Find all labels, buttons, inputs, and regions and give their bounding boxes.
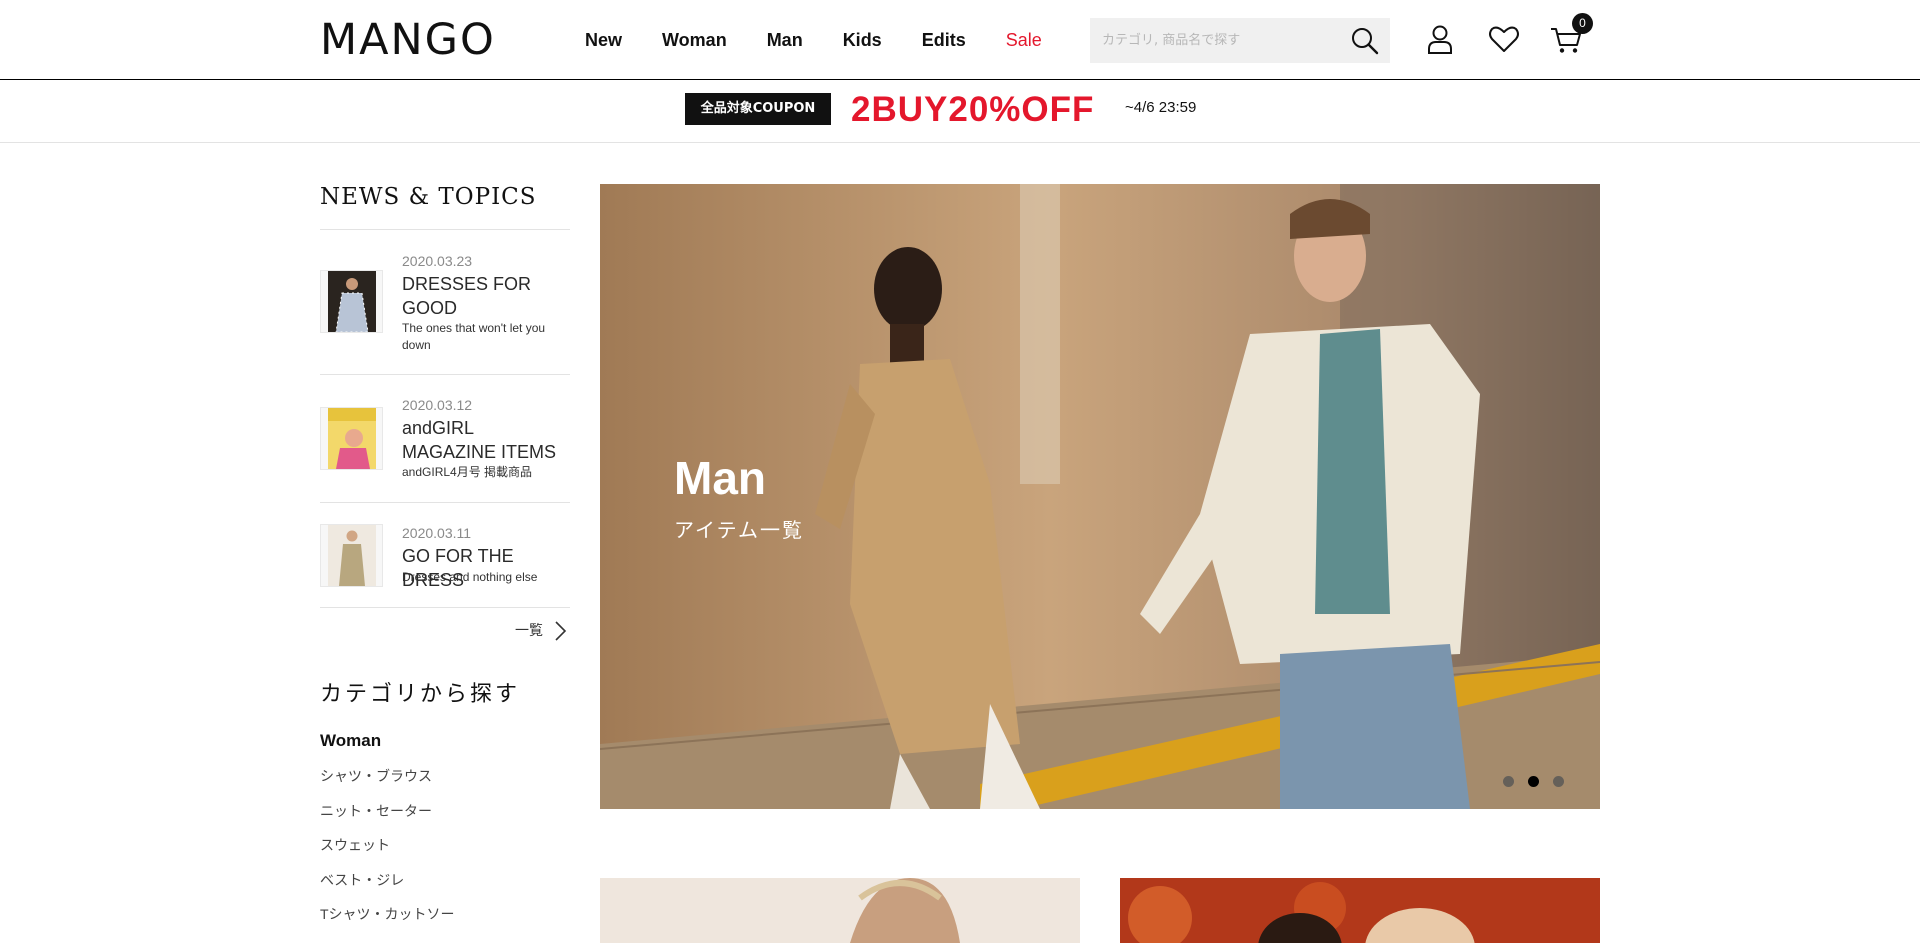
carousel-dot[interactable]	[1503, 776, 1514, 787]
site-header: MANGO New Woman Man Kids Edits Sale 0	[0, 0, 1920, 80]
news-subtitle: The ones that won't let you down	[402, 321, 546, 352]
news-headline[interactable]: andGIRL MAGAZINE ITEMS	[402, 416, 572, 464]
promo-banner[interactable]: 全品対象COUPON 2BUY20%OFF ~4/6 23:59	[0, 81, 1920, 143]
search-input[interactable]	[1102, 28, 1332, 52]
promo-tile[interactable]	[1120, 878, 1600, 943]
chevron-right-icon[interactable]	[553, 620, 567, 642]
news-date: 2020.03.23	[402, 253, 473, 269]
nav-edits[interactable]: Edits	[922, 28, 966, 52]
hero-subtitle[interactable]: アイテム一覧	[674, 518, 804, 544]
category-section-title: カテゴリから探す	[320, 682, 521, 707]
carousel-dot[interactable]	[1553, 776, 1564, 787]
divider	[320, 229, 570, 230]
search-icon[interactable]	[1350, 26, 1380, 56]
tile-photo	[600, 878, 1080, 943]
promo-tile[interactable]	[600, 878, 1080, 943]
promo-period: ~4/6 23:59	[1125, 99, 1197, 116]
category-list: シャツ・ブラウス ニット・セーター スウェット ベスト・ジレ Tシャツ・カットソ…	[320, 766, 455, 939]
divider	[320, 374, 570, 375]
divider	[320, 607, 570, 608]
news-section-title: NEWS & TOPICS	[320, 184, 537, 210]
heart-icon[interactable]	[1487, 22, 1521, 56]
category-item[interactable]: スウェット	[320, 835, 455, 870]
news-subtitle: andGIRL4月号 掲載商品	[402, 465, 533, 479]
search-box	[1090, 18, 1390, 63]
user-icon[interactable]	[1423, 22, 1457, 56]
category-item[interactable]: ニット・セーター	[320, 801, 455, 836]
news-thumbnail	[320, 270, 383, 333]
carousel-dots	[1503, 776, 1578, 787]
coupon-tag: 全品対象COUPON	[685, 93, 831, 125]
divider	[320, 502, 570, 503]
mango-logo[interactable]: MANGO	[320, 19, 496, 62]
news-more-link[interactable]: 一覧	[515, 620, 543, 640]
nav-kids[interactable]: Kids	[843, 28, 882, 52]
cart-count-badge: 0	[1572, 13, 1593, 34]
dress-photo-thumbnail	[328, 271, 376, 332]
promo-headline: 2BUY20%OFF	[851, 90, 1095, 129]
dress-photo-thumbnail	[328, 525, 376, 586]
nav-man[interactable]: Man	[767, 28, 803, 52]
hero-carousel[interactable]: Man アイテム一覧	[600, 184, 1600, 809]
carousel-dot-active[interactable]	[1528, 776, 1539, 787]
news-subtitle: Dresses and nothing else	[402, 570, 538, 584]
news-thumbnail	[320, 407, 383, 470]
nav-new[interactable]: New	[585, 28, 622, 52]
news-date: 2020.03.12	[402, 397, 473, 413]
hero-title[interactable]: Man	[674, 452, 766, 504]
tile-photo	[1120, 878, 1600, 943]
category-item[interactable]: Tシャツ・カットソー	[320, 904, 455, 939]
category-group-woman[interactable]: Woman	[320, 730, 381, 752]
category-item[interactable]: ベスト・ジレ	[320, 870, 455, 905]
news-headline[interactable]: DRESSES FOR GOOD	[402, 272, 572, 320]
main-nav: New Woman Man Kids Edits Sale	[585, 28, 1082, 52]
nav-sale[interactable]: Sale	[1006, 28, 1042, 52]
category-item[interactable]: シャツ・ブラウス	[320, 766, 455, 801]
nav-woman[interactable]: Woman	[662, 28, 727, 52]
magazine-cover-thumbnail	[328, 408, 376, 469]
news-date: 2020.03.11	[402, 525, 472, 541]
news-thumbnail	[320, 524, 383, 587]
